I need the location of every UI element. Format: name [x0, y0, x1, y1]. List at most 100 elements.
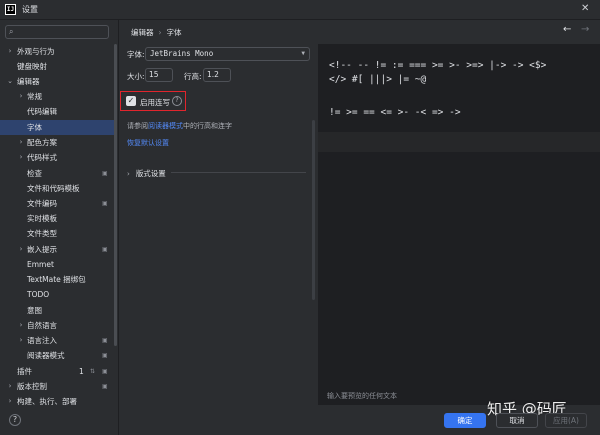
- sidebar-item-label: 代码编辑: [27, 107, 57, 116]
- sidebar-item[interactable]: › 自然语言: [0, 318, 117, 333]
- font-family-select[interactable]: JetBrains Mono ▼: [145, 47, 310, 61]
- sidebar-item[interactable]: 检查 ▣: [0, 166, 117, 181]
- apply-button[interactable]: 应用(A): [545, 413, 587, 428]
- help-icon[interactable]: ?: [9, 414, 21, 426]
- settings-search-input[interactable]: ⌕: [5, 25, 109, 39]
- sidebar-item[interactable]: TODO: [0, 287, 117, 302]
- chevron-right-icon[interactable]: ›: [6, 44, 14, 59]
- chevron-right-icon[interactable]: ›: [17, 333, 25, 348]
- breadcrumb: 编辑器 › 字体: [131, 27, 182, 38]
- sidebar-item[interactable]: 字体: [0, 120, 117, 135]
- sidebar-item[interactable]: 文件类型: [0, 226, 117, 241]
- translate-icon: ⇅: [90, 368, 96, 375]
- preview-hint: 输入要预览的任何文本: [327, 392, 397, 400]
- sidebar-item[interactable]: 阅读器模式 ▣: [0, 348, 117, 363]
- preview-line-1: <!-- -- != := === >= >- >=> |-> -> <$>: [329, 60, 547, 71]
- sidebar-item-label: 构建、执行、部署: [17, 397, 77, 406]
- sidebar-item-label: 外观与行为: [17, 47, 55, 56]
- sidebar-item[interactable]: 代码编辑: [0, 104, 117, 119]
- restore-defaults-link[interactable]: 恢复默认设置: [127, 138, 169, 148]
- sidebar-item-label: 配色方案: [27, 138, 57, 147]
- sidebar-item[interactable]: 文件编码 ▣: [0, 196, 117, 211]
- project-icon: ▣: [102, 170, 108, 177]
- sidebar-item[interactable]: › 构建、执行、部署: [0, 394, 117, 409]
- sidebar-item[interactable]: › 代码样式: [0, 150, 117, 165]
- ok-button[interactable]: 确定: [444, 413, 486, 428]
- chevron-right-icon[interactable]: ›: [6, 379, 14, 394]
- chevron-right-icon[interactable]: ›: [17, 135, 25, 150]
- sidebar-item[interactable]: 实时模板: [0, 211, 117, 226]
- chevron-down-icon: ▼: [301, 50, 305, 57]
- sidebar-item[interactable]: ⌄ 编辑器: [0, 74, 117, 89]
- sidebar-item-label: 字体: [27, 123, 42, 132]
- line-height-label: 行高:: [184, 72, 202, 81]
- chevron-right-icon: ›: [127, 170, 130, 178]
- project-icon: ▣: [102, 352, 108, 359]
- breadcrumb-parent[interactable]: 编辑器: [131, 28, 154, 37]
- ligatures-label[interactable]: 启用连写: [140, 97, 170, 108]
- breadcrumb-separator: ›: [158, 28, 162, 37]
- title-bar: [0, 0, 600, 20]
- section-divider: [171, 172, 306, 173]
- reader-note-prefix: 请参阅: [127, 122, 148, 130]
- reader-note-suffix: 中的行高和连字: [183, 122, 232, 130]
- sidebar-item[interactable]: › 配色方案: [0, 135, 117, 150]
- reader-mode-note: 请参阅阅读器模式中的行高和连字: [127, 121, 232, 131]
- chevron-right-icon[interactable]: ›: [17, 242, 25, 257]
- chevron-right-icon[interactable]: ›: [6, 394, 14, 409]
- sidebar-item-label: 文件和代码模板: [27, 184, 80, 193]
- ligatures-help-icon[interactable]: ?: [172, 96, 182, 106]
- font-size-field[interactable]: 15: [145, 68, 173, 82]
- cancel-button[interactable]: 取消: [496, 413, 538, 428]
- sidebar-item-label: 嵌入提示: [27, 245, 57, 254]
- sidebar-item[interactable]: › 常规: [0, 89, 117, 104]
- sidebar-item-label: 实时模板: [27, 214, 57, 223]
- sidebar-item[interactable]: 插件 1 ⇅ ▣: [0, 364, 117, 379]
- sidebar-item-label: 键盘映射: [17, 62, 47, 71]
- breadcrumb-current: 字体: [166, 28, 182, 37]
- preview-line-4: != >= == <= >- -< => ->: [329, 107, 461, 118]
- plugin-update-count: 1: [79, 367, 84, 376]
- sidebar-item-label: 编辑器: [17, 77, 40, 86]
- settings-scrollbar[interactable]: [312, 120, 315, 300]
- ligatures-checkbox[interactable]: ✓: [126, 96, 136, 106]
- layout-settings-section[interactable]: › 版式设置: [127, 168, 166, 179]
- chevron-right-icon[interactable]: ›: [17, 89, 25, 104]
- sidebar-item[interactable]: 意图: [0, 303, 117, 318]
- forward-arrow-icon[interactable]: →: [581, 24, 589, 35]
- sidebar-scrollbar[interactable]: [114, 44, 117, 346]
- font-label: 字体:: [127, 50, 145, 59]
- chevron-right-icon[interactable]: ›: [17, 318, 25, 333]
- sidebar-item-label: 意图: [27, 306, 42, 315]
- back-arrow-icon[interactable]: ←: [563, 24, 571, 35]
- close-icon[interactable]: ✕: [581, 3, 589, 14]
- window-title: 设置: [22, 5, 38, 14]
- chevron-right-icon[interactable]: ›: [17, 150, 25, 165]
- size-label: 大小:: [127, 72, 145, 81]
- sidebar-item-label: TODO: [27, 290, 50, 299]
- project-icon: ▣: [102, 200, 108, 207]
- font-family-value: JetBrains Mono: [150, 49, 214, 58]
- project-icon: ▣: [102, 246, 108, 253]
- reader-mode-link[interactable]: 阅读器模式: [148, 122, 183, 130]
- sidebar-item-label: 版本控制: [17, 382, 47, 391]
- search-icon: ⌕: [9, 27, 14, 36]
- font-preview-editor[interactable]: [318, 44, 600, 405]
- project-icon: ▣: [102, 383, 108, 390]
- layout-settings-label: 版式设置: [135, 169, 166, 178]
- sidebar-item-label: 自然语言: [27, 321, 57, 330]
- sidebar-item[interactable]: Emmet: [0, 257, 117, 272]
- line-height-field[interactable]: 1.2: [203, 68, 231, 82]
- chevron-down-icon[interactable]: ⌄: [6, 74, 14, 89]
- sidebar-item[interactable]: › 外观与行为: [0, 44, 117, 59]
- sidebar-item-label: 文件编码: [27, 199, 57, 208]
- sidebar-item[interactable]: › 嵌入提示 ▣: [0, 242, 117, 257]
- sidebar-item-label: 常规: [27, 92, 42, 101]
- sidebar-item-label: TextMate 捆绑包: [27, 275, 86, 284]
- sidebar-item[interactable]: 键盘映射: [0, 59, 117, 74]
- sidebar-item[interactable]: › 版本控制 ▣: [0, 379, 117, 394]
- sidebar-item[interactable]: › 语言注入 ▣: [0, 333, 117, 348]
- sidebar-item[interactable]: TextMate 捆绑包: [0, 272, 117, 287]
- project-icon: ▣: [102, 337, 108, 344]
- sidebar-item[interactable]: 文件和代码模板: [0, 181, 117, 196]
